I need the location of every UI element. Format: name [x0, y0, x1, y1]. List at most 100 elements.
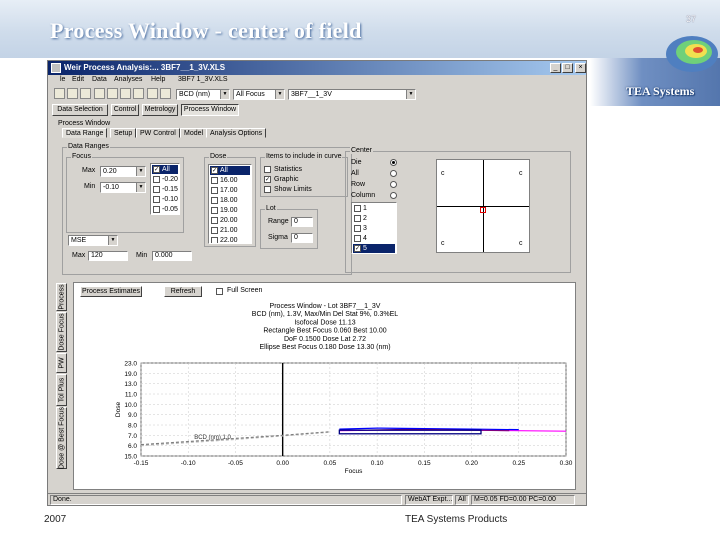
metrology-button[interactable]: Metrology: [142, 104, 178, 116]
side-tab-process[interactable]: Process: [56, 283, 67, 311]
open-icon[interactable]: [54, 88, 65, 99]
checkbox[interactable]: [153, 186, 160, 193]
checkbox[interactable]: ✓: [211, 167, 218, 174]
list-item[interactable]: 21.00: [210, 226, 250, 235]
list-item[interactable]: 1: [353, 204, 395, 213]
menu-analyses[interactable]: Analyses: [114, 76, 142, 83]
list-item[interactable]: 20.00: [210, 216, 250, 225]
tab-setup[interactable]: Setup: [110, 128, 137, 138]
zoom-icon[interactable]: [147, 88, 158, 99]
save-icon[interactable]: [67, 88, 78, 99]
help-icon[interactable]: [160, 88, 171, 99]
checkbox[interactable]: [211, 207, 218, 214]
dose-list[interactable]: ✓ All 16.00 17.00 18.00 19.00 20.00 21.00…: [208, 164, 252, 244]
chart-icon[interactable]: [94, 88, 105, 99]
center-list[interactable]: 1 2 3 4 ✓ 5: [351, 202, 397, 254]
list-item[interactable]: 17.00: [210, 186, 250, 195]
menu-edit[interactable]: Edit: [72, 76, 84, 83]
all-radio[interactable]: [390, 170, 397, 177]
print-icon[interactable]: [80, 88, 91, 99]
list-item[interactable]: -0.15: [152, 185, 178, 194]
data-selection-button[interactable]: Data Selection: [52, 104, 108, 116]
tab-data-range[interactable]: Data Range: [62, 128, 108, 138]
checkbox[interactable]: [211, 197, 218, 204]
checkbox[interactable]: [211, 217, 218, 224]
graphic-checkbox[interactable]: ✓: [264, 176, 271, 183]
range-input[interactable]: 0: [291, 217, 313, 227]
checkbox[interactable]: [153, 196, 160, 203]
list-item[interactable]: -0.10: [152, 195, 178, 204]
settings-icon[interactable]: [133, 88, 144, 99]
focus-max-combo[interactable]: 0.20 ▼: [100, 166, 146, 177]
show-limits-checkbox[interactable]: [264, 186, 271, 193]
measure-combo[interactable]: BCD (nm) ▼: [176, 89, 230, 100]
list-item[interactable]: 18.00: [210, 196, 250, 205]
checkbox[interactable]: ✓: [354, 245, 361, 252]
checkbox[interactable]: [153, 176, 160, 183]
menu-file-name[interactable]: 3BF7 1_3V.XLS: [178, 76, 228, 83]
minimize-button[interactable]: _: [550, 63, 561, 73]
menu-help[interactable]: Help: [151, 76, 165, 83]
control-button[interactable]: Control: [111, 104, 139, 116]
column-radio[interactable]: [390, 192, 397, 199]
list-item[interactable]: ✓ 5: [353, 244, 395, 253]
table-icon[interactable]: [107, 88, 118, 99]
checkbox[interactable]: [211, 187, 218, 194]
row-radio[interactable]: [390, 181, 397, 188]
process-estimates-tab[interactable]: Process Estimates: [80, 286, 142, 297]
list-item[interactable]: 19.00: [210, 206, 250, 215]
mse-combo[interactable]: MSE ▼: [68, 235, 118, 246]
tab-analysis-options[interactable]: Analysis Options: [206, 128, 267, 138]
y-tick-label: 11.0: [125, 392, 138, 399]
list-item[interactable]: 22.00: [210, 236, 250, 243]
checkbox[interactable]: [211, 177, 218, 184]
chart-title-line: BCD (nm), 1.3V, Max/Min Del Stat 9%, 0.3…: [252, 311, 399, 318]
focus-min-combo[interactable]: -0.10 ▼: [100, 182, 146, 193]
lot-combo[interactable]: 3BF7__1_3V ▼: [288, 89, 416, 100]
side-tab-pw[interactable]: PW: [56, 353, 67, 373]
close-button[interactable]: ×: [575, 63, 586, 73]
side-tab-tol-plus[interactable]: Tol Plus: [56, 374, 67, 406]
refresh-button[interactable]: Refresh: [164, 286, 202, 297]
lot-group: Lot: [260, 205, 318, 249]
die-map[interactable]: c c c c: [436, 159, 530, 253]
focus-combo[interactable]: All Focus ▼: [233, 89, 285, 100]
list-item[interactable]: -0.20: [152, 175, 178, 184]
statistics-checkbox[interactable]: [264, 166, 271, 173]
tab-model[interactable]: Model: [180, 128, 208, 138]
full-screen-checkbox[interactable]: [216, 288, 223, 295]
list-item[interactable]: 4: [353, 234, 395, 243]
list-item-label: 21.00: [220, 227, 238, 234]
checkbox[interactable]: [354, 215, 361, 222]
list-item[interactable]: 2: [353, 214, 395, 223]
window-titlebar[interactable]: Weir Process Analysis:... 3BF7__1_3V.XLS…: [48, 61, 586, 75]
checkbox[interactable]: [211, 227, 218, 234]
sigma-input[interactable]: 0: [291, 233, 313, 243]
checkbox[interactable]: [153, 206, 160, 213]
menu-data[interactable]: Data: [92, 76, 107, 83]
checkbox[interactable]: ✓: [153, 166, 160, 173]
tab-pw-control[interactable]: PW Control: [136, 128, 180, 138]
list-item-label: 1: [363, 205, 367, 212]
list-item[interactable]: ✓ All: [152, 165, 178, 174]
process-window-chart[interactable]: Process Window - Lot 3BF7__1_3VBCD (nm),…: [74, 299, 577, 491]
focus-list[interactable]: ✓ All -0.20 -0.15 -0.10 -0.05: [150, 163, 180, 215]
side-tab-dose-best-focus[interactable]: Dose @ Best Focus: [56, 407, 67, 469]
checkbox[interactable]: [354, 205, 361, 212]
list-item[interactable]: 3: [353, 224, 395, 233]
side-tab-dose-focus[interactable]: Dose Focus: [56, 312, 67, 352]
maximize-button[interactable]: □: [562, 63, 573, 73]
die-radio[interactable]: [390, 159, 397, 166]
checkbox[interactable]: [354, 225, 361, 232]
max-input[interactable]: 120: [88, 251, 128, 261]
checkbox[interactable]: [354, 235, 361, 242]
list-item[interactable]: ✓ All: [210, 166, 250, 175]
wafer-icon[interactable]: [120, 88, 131, 99]
min-input[interactable]: 0.000: [152, 251, 192, 261]
list-item[interactable]: -0.05: [152, 205, 178, 214]
process-window-button[interactable]: Process Window: [181, 104, 239, 116]
menu-file[interactable]: le: [60, 76, 65, 83]
list-item[interactable]: 16.00: [210, 176, 250, 185]
plot-area: [140, 362, 567, 457]
checkbox[interactable]: [211, 237, 218, 243]
